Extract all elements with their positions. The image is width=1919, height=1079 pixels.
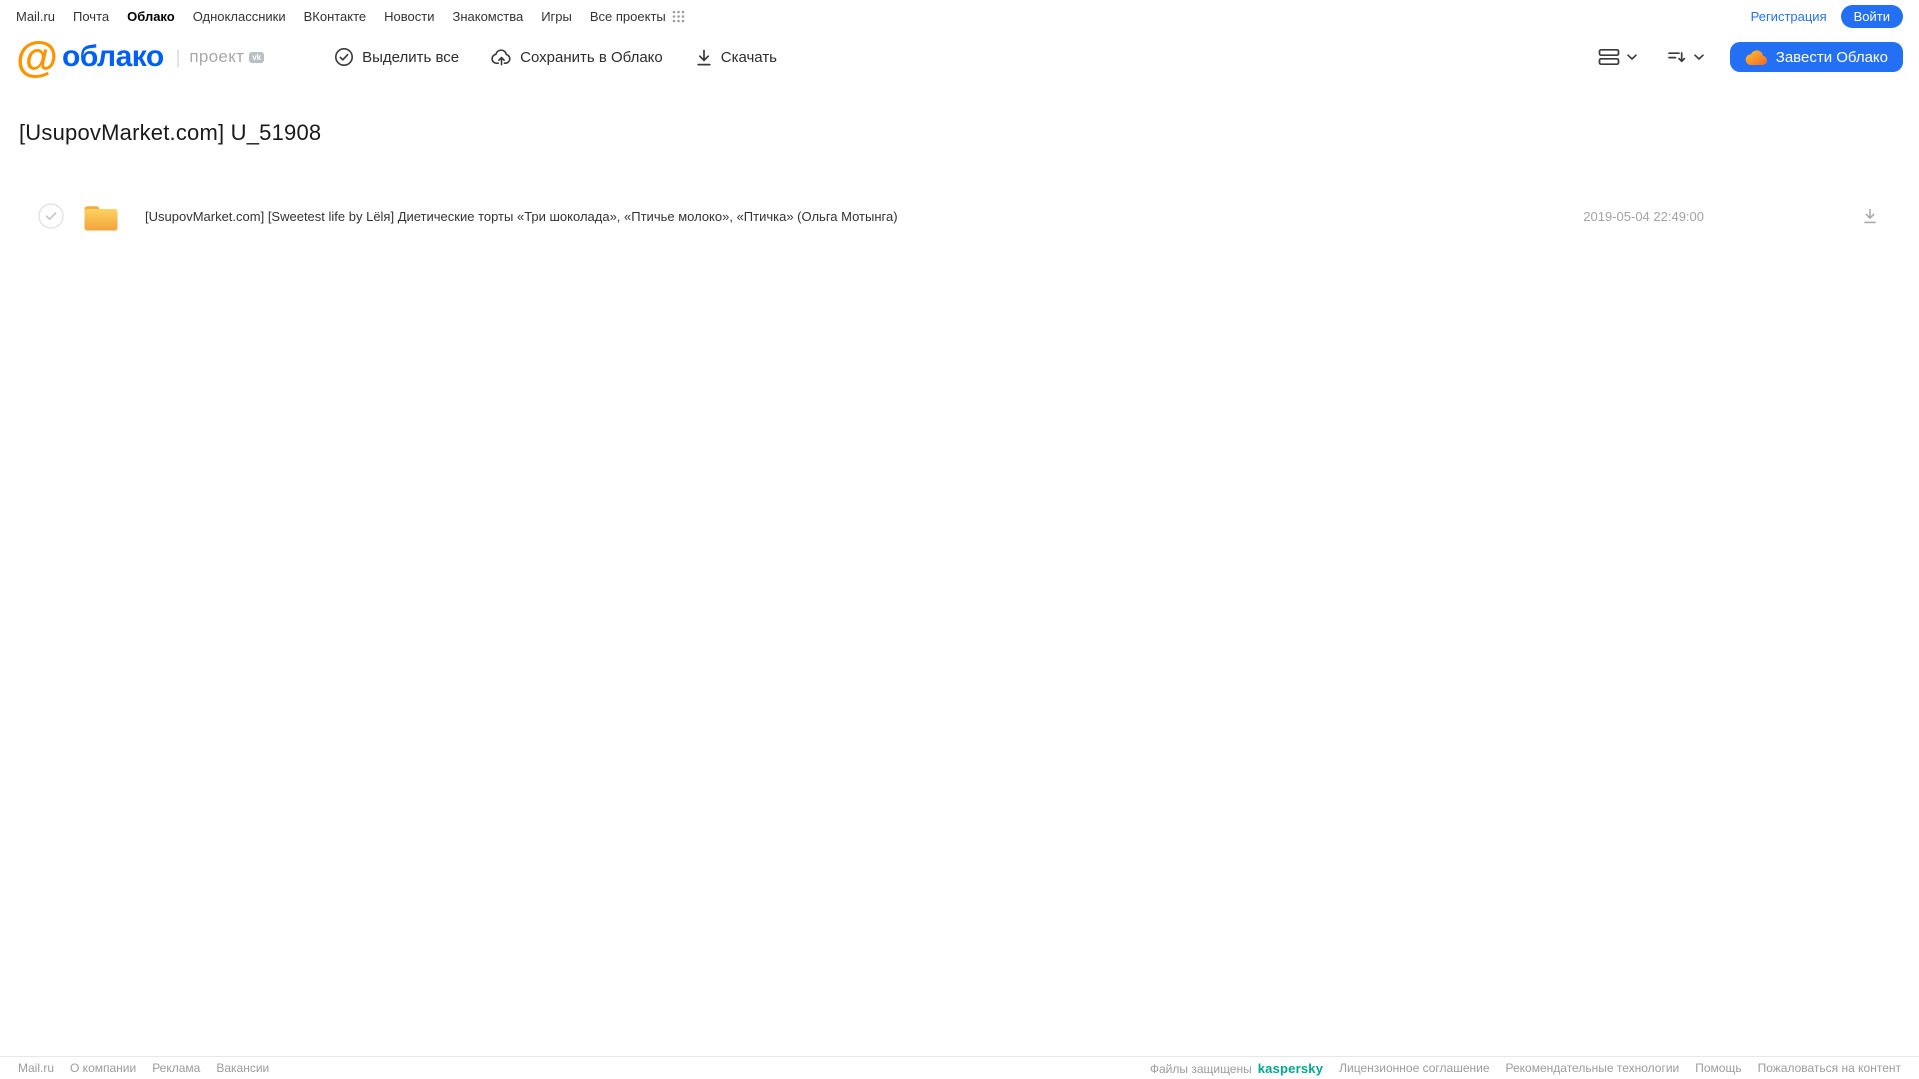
portal-nav-auth: Регистрация Войти [1751, 4, 1903, 28]
nav-all-projects[interactable]: Все проекты [590, 9, 685, 24]
nav-novosti[interactable]: Новости [384, 9, 434, 24]
select-all-label: Выделить все [362, 48, 460, 66]
file-row[interactable]: [UsupovMarket.com] [Sweetest life by Lël… [16, 194, 1903, 238]
file-name-link[interactable]: [UsupovMarket.com] [Sweetest life by Lël… [145, 209, 1583, 224]
download-button[interactable]: Скачать [695, 48, 777, 67]
footer-mailru-link[interactable]: Mail.ru [18, 1061, 54, 1075]
portal-nav: Mail.ru Почта Облако Одноклассники ВКонт… [0, 0, 1919, 32]
kaspersky-protection: Файлы защищены kaspersky [1150, 1061, 1323, 1076]
all-projects-label: Все проекты [589, 8, 666, 24]
page-title: [UsupovMarket.com] U_51908 [19, 120, 322, 145]
mailru-at-icon: @ [16, 33, 58, 81]
row-download-icon[interactable] [1861, 207, 1879, 225]
kaspersky-logo[interactable]: kaspersky [1258, 1061, 1323, 1076]
nav-vkontakte[interactable]: ВКонтакте [304, 9, 367, 24]
footer-right-links: Файлы защищены kaspersky Лицензионное со… [1150, 1061, 1901, 1076]
file-date: 2019-05-04 22:49:00 [1583, 208, 1704, 224]
row-checkbox[interactable] [38, 203, 64, 229]
get-cloud-label: Завести Облако [1775, 48, 1888, 66]
apps-grid-icon [672, 10, 685, 23]
select-all-button[interactable]: Выделить все [334, 47, 459, 67]
nav-odnoklassniki[interactable]: Одноклассники [193, 9, 286, 24]
protected-by-label: Файлы защищены [1149, 1061, 1252, 1076]
app-header: @ облако | проект vk Выделить все Сохран… [0, 32, 1919, 82]
download-icon [695, 48, 713, 67]
sort-icon [1667, 48, 1687, 66]
file-list: [UsupovMarket.com] [Sweetest life by Lël… [16, 194, 1903, 238]
nav-znakomstva[interactable]: Знакомства [452, 9, 523, 24]
page-footer: Mail.ru О компании Реклама Вакансии Файл… [0, 1056, 1919, 1079]
header-right-controls: Завести Облако [1594, 42, 1903, 72]
folder-icon[interactable] [81, 200, 121, 233]
nav-oblako[interactable]: Облако [127, 9, 175, 24]
get-cloud-button[interactable]: Завести Облако [1729, 42, 1903, 72]
check-circle-icon [334, 47, 354, 67]
view-mode-dropdown[interactable] [1594, 44, 1641, 70]
save-to-cloud-label: Сохранить в Облако [520, 48, 663, 66]
logo-separator: | [175, 46, 181, 67]
project-label: проект [189, 47, 245, 66]
nav-igry[interactable]: Игры [541, 9, 572, 24]
file-toolbar: Выделить все Сохранить в Облако Скачать [334, 47, 777, 67]
list-view-icon [1598, 48, 1620, 66]
footer-left-links: Mail.ru О компании Реклама Вакансии [18, 1061, 269, 1075]
vk-badge-icon: vk [249, 51, 265, 63]
chevron-down-icon [1693, 53, 1704, 61]
nav-pochta[interactable]: Почта [73, 9, 109, 24]
footer-license-link[interactable]: Лицензионное соглашение [1339, 1061, 1489, 1075]
save-to-cloud-button[interactable]: Сохранить в Облако [491, 47, 663, 67]
cloud-logo[interactable]: @ облако | проект vk [16, 33, 265, 81]
cloud-upload-icon [491, 47, 512, 67]
portal-nav-links: Mail.ru Почта Облако Одноклассники ВКонт… [16, 9, 685, 24]
registration-link[interactable]: Регистрация [1751, 9, 1827, 24]
cloud-orange-icon [1745, 49, 1767, 66]
nav-mailru[interactable]: Mail.ru [16, 9, 55, 24]
footer-help-link[interactable]: Помощь [1695, 1061, 1741, 1075]
footer-report-link[interactable]: Пожаловаться на контент [1758, 1061, 1901, 1075]
footer-ads-link[interactable]: Реклама [152, 1061, 200, 1075]
sort-dropdown[interactable] [1663, 44, 1708, 70]
main-content: [UsupovMarket.com] U_51908 [UsupovMarket… [0, 82, 1919, 238]
download-label: Скачать [720, 48, 777, 66]
chevron-down-icon [1626, 53, 1637, 61]
footer-jobs-link[interactable]: Вакансии [216, 1061, 269, 1075]
footer-about-link[interactable]: О компании [70, 1061, 136, 1075]
login-button[interactable]: Войти [1840, 4, 1903, 28]
footer-recommendations-link[interactable]: Рекомендательные технологии [1506, 1061, 1680, 1075]
logo-text: облако [61, 40, 164, 73]
